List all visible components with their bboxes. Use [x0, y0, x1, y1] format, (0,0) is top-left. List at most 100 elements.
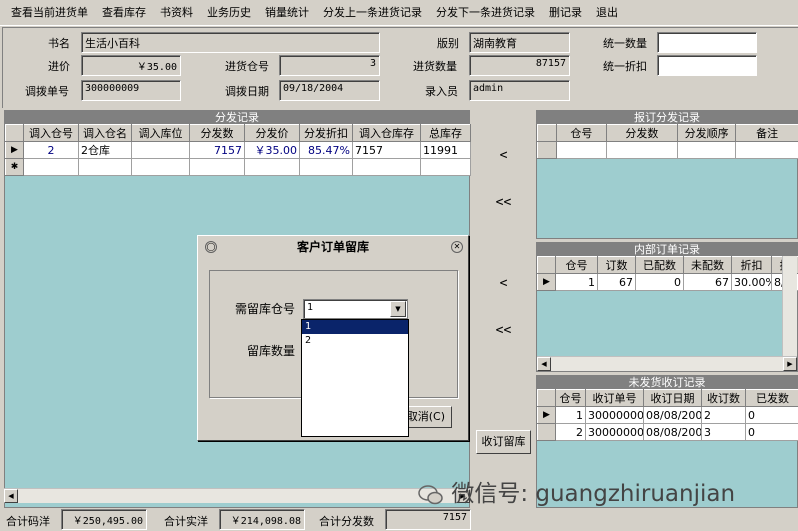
transfer-date-field[interactable]: 09/18/2004 [279, 80, 380, 101]
scroll-left-icon[interactable]: ◀ [537, 357, 551, 371]
dist-header[interactable]: 调入仓号 [23, 124, 79, 142]
chevron-down-icon[interactable]: ▼ [390, 301, 406, 317]
pending-header[interactable]: 收订数 [701, 389, 746, 407]
internal-header[interactable]: 仓号 [555, 256, 598, 274]
cell[interactable]: 2仓库 [78, 141, 132, 159]
pending-header[interactable]: 收订单号 [585, 389, 644, 407]
menu-exit[interactable]: 退出 [589, 1, 625, 25]
table-row[interactable]: 2 300000005 08/08/200 3 0 [537, 423, 798, 441]
reserve-warehouse-label: 需留库仓号 [235, 302, 296, 316]
qty-field[interactable]: 87157 [469, 55, 570, 76]
cell[interactable] [131, 141, 190, 159]
cell[interactable]: 30.00% [731, 273, 772, 291]
cell[interactable]: 0 [745, 406, 798, 424]
dist-header[interactable]: 调入库位 [131, 124, 190, 142]
order-header-corner [537, 124, 557, 142]
receive-stock-button[interactable]: 收订留库 [476, 430, 531, 454]
unified-discount-input[interactable] [657, 55, 757, 76]
internal-order-grid[interactable]: 内部订单记录 仓号 订数 已配数 未配数 折扣 报 ▶ 1 67 0 67 30… [536, 242, 798, 372]
dist-total-label: 合计分发数 [319, 515, 374, 528]
menu-book-info[interactable]: 书资料 [153, 1, 200, 25]
table-row[interactable]: ▶ 1 300000005 08/08/200 2 0 [537, 406, 798, 424]
cell[interactable]: 0 [745, 423, 798, 441]
cell[interactable]: 0 [635, 273, 684, 291]
order-header[interactable]: 仓号 [555, 124, 607, 142]
transfer-left-button[interactable]: < [472, 148, 535, 163]
transfer-all-left-button[interactable]: << [472, 195, 535, 210]
cell[interactable]: 3 [701, 423, 746, 441]
order-header[interactable]: 分发数 [605, 124, 678, 142]
scroll-right-icon[interactable]: ▶ [783, 357, 797, 371]
order-header[interactable]: 备注 [735, 124, 798, 142]
transfer-left-button-2[interactable]: < [472, 276, 535, 291]
dropdown-option[interactable]: 2 [302, 334, 408, 348]
menu-delete-record[interactable]: 删记录 [542, 1, 589, 25]
pending-header[interactable]: 已发数 [745, 389, 798, 407]
cell[interactable]: ￥35.00 [244, 141, 300, 159]
pending-header[interactable]: 收订日期 [643, 389, 702, 407]
dist-header[interactable]: 调入仓名 [78, 124, 132, 142]
cell[interactable]: 08/08/200 [643, 423, 702, 441]
cell[interactable]: 67 [597, 273, 636, 291]
table-row[interactable] [537, 141, 798, 159]
unified-qty-input[interactable] [657, 32, 757, 53]
cell[interactable]: 7157 [189, 141, 245, 159]
dist-header[interactable]: 分发折扣 [299, 124, 353, 142]
internal-header-corner [537, 256, 556, 274]
entered-by-label: 录入员 [425, 85, 458, 98]
cell[interactable]: 300000005 [585, 423, 644, 441]
table-row[interactable]: ▶ 2 2仓库 7157 ￥35.00 85.47% 7157 11991 [5, 141, 471, 159]
entered-by-field[interactable]: admin [469, 80, 570, 101]
dist-header[interactable]: 分发数 [189, 124, 245, 142]
dist-header[interactable]: 调入仓库存 [352, 124, 421, 142]
internal-header[interactable]: 折扣 [731, 256, 772, 274]
pending-header-corner [537, 389, 556, 407]
menu-dist-next-record[interactable]: 分发下一条进货记录 [429, 1, 542, 25]
internal-header[interactable]: 订数 [597, 256, 636, 274]
menu-view-current-order[interactable]: 查看当前进货单 [4, 1, 95, 25]
transfer-no-field[interactable]: 300000009 [81, 80, 181, 101]
cell[interactable]: 67 [683, 273, 732, 291]
menu-view-stock[interactable]: 查看库存 [95, 1, 153, 25]
warehouse-select[interactable]: 1 ▼ [303, 299, 408, 319]
book-name-field[interactable]: 生活小百科 [81, 32, 380, 53]
warehouse-dropdown[interactable]: 1 2 [301, 319, 409, 437]
menu-business-history[interactable]: 业务历史 [200, 1, 258, 25]
dist-hscroll[interactable]: ◀ ▶ [4, 488, 470, 503]
cell[interactable]: 2 [23, 141, 79, 159]
dist-header[interactable]: 分发价 [244, 124, 300, 142]
internal-header[interactable]: 已配数 [635, 256, 684, 274]
cell[interactable]: 300000005 [585, 406, 644, 424]
cell[interactable]: 11991 [420, 141, 471, 159]
scroll-left-icon[interactable]: ◀ [4, 489, 18, 503]
cell[interactable]: 85.47% [299, 141, 353, 159]
warehouse-select-value: 1 [307, 302, 314, 313]
transfer-all-left-button-2[interactable]: << [472, 323, 535, 338]
cell[interactable]: 08/08/200 [643, 406, 702, 424]
dropdown-option[interactable]: 1 [302, 320, 408, 334]
price-field[interactable]: ￥35.00 [81, 55, 181, 76]
cell[interactable]: 7157 [352, 141, 421, 159]
unified-qty-label: 统一数量 [603, 37, 647, 50]
edition-field[interactable]: 湖南教育 [469, 32, 570, 53]
close-icon[interactable]: ✕ [451, 241, 463, 253]
new-row[interactable]: ✱ [5, 158, 471, 176]
internal-vscroll[interactable] [782, 256, 797, 356]
cell[interactable]: 1 [555, 273, 598, 291]
warehouse-field[interactable]: 3 [279, 55, 380, 76]
internal-hscroll[interactable]: ◀ ▶ [537, 356, 797, 371]
transfer-no-label: 调拨单号 [25, 85, 69, 98]
transfer-date-label: 调拨日期 [225, 85, 269, 98]
pending-header[interactable]: 仓号 [555, 389, 586, 407]
code-total-field: ￥250,495.00 [61, 509, 147, 530]
cell[interactable]: 2 [555, 423, 586, 441]
cell[interactable]: 1 [555, 406, 586, 424]
dist-header[interactable]: 总库存 [420, 124, 471, 142]
cell[interactable]: 2 [701, 406, 746, 424]
table-row[interactable]: ▶ 1 67 0 67 30.00% 8/ [537, 273, 798, 291]
menu-dist-prev-record[interactable]: 分发上一条进货记录 [316, 1, 429, 25]
order-dist-grid[interactable]: 报订分发记录 仓号 分发数 分发顺序 备注 [536, 110, 798, 239]
order-header[interactable]: 分发顺序 [676, 124, 737, 142]
menu-sales-stats[interactable]: 销量统计 [258, 1, 316, 25]
internal-header[interactable]: 未配数 [683, 256, 732, 274]
